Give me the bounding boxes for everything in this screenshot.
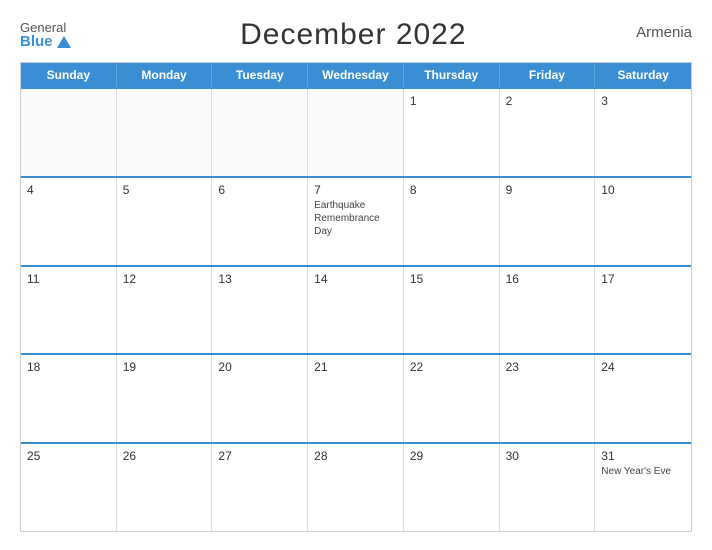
day-number: 19	[123, 360, 206, 374]
calendar-cell: 1	[404, 89, 500, 176]
calendar-cell: 9	[500, 178, 596, 265]
calendar-header: SundayMondayTuesdayWednesdayThursdayFrid…	[21, 63, 691, 87]
logo-triangle-icon	[57, 36, 71, 48]
calendar-cell: 17	[595, 267, 691, 354]
calendar-week-4: 18 19 20 21 22 23 24	[21, 353, 691, 442]
calendar-cell: 27	[212, 444, 308, 531]
calendar-cell: 28	[308, 444, 404, 531]
calendar-event: Earthquake Remembrance Day	[314, 199, 397, 238]
calendar-cell: 19	[117, 355, 213, 442]
day-number: 13	[218, 272, 301, 286]
month-title: December 2022	[240, 18, 466, 52]
calendar-cell: 8	[404, 178, 500, 265]
weekday-header-sunday: Sunday	[21, 63, 117, 87]
logo: General Blue	[20, 21, 71, 49]
calendar-cell: 30	[500, 444, 596, 531]
calendar-cell: 5	[117, 178, 213, 265]
calendar-cell: 24	[595, 355, 691, 442]
calendar-cell: 13	[212, 267, 308, 354]
calendar-cell: 6	[212, 178, 308, 265]
calendar-cell	[117, 89, 213, 176]
calendar: SundayMondayTuesdayWednesdayThursdayFrid…	[20, 62, 692, 532]
calendar-week-2: 4567 Earthquake Remembrance Day 89 10	[21, 176, 691, 265]
calendar-cell	[21, 89, 117, 176]
calendar-cell: 20	[212, 355, 308, 442]
calendar-page: General Blue December 2022 Armenia Sunda…	[0, 0, 712, 550]
calendar-cell: 25	[21, 444, 117, 531]
day-number: 6	[218, 183, 301, 197]
day-number: 1	[410, 94, 493, 108]
day-number: 16	[506, 272, 589, 286]
day-number: 2	[506, 94, 589, 108]
day-number: 22	[410, 360, 493, 374]
day-number: 15	[410, 272, 493, 286]
day-number: 26	[123, 449, 206, 463]
day-number: 20	[218, 360, 301, 374]
day-number: 21	[314, 360, 397, 374]
calendar-cell: 15	[404, 267, 500, 354]
calendar-cell: 21	[308, 355, 404, 442]
weekday-header-saturday: Saturday	[595, 63, 691, 87]
calendar-week-1: 123	[21, 87, 691, 176]
day-number: 3	[601, 94, 685, 108]
calendar-cell: 14	[308, 267, 404, 354]
calendar-week-3: 11 12 13 14 15 16 17	[21, 265, 691, 354]
day-number: 31	[601, 449, 685, 463]
calendar-cell: 18	[21, 355, 117, 442]
calendar-cell: 22	[404, 355, 500, 442]
country-label: Armenia	[636, 18, 692, 41]
day-number: 7	[314, 183, 397, 197]
day-number: 29	[410, 449, 493, 463]
day-number: 28	[314, 449, 397, 463]
calendar-cell: 31 New Year's Eve	[595, 444, 691, 531]
page-header: General Blue December 2022 Armenia	[20, 18, 692, 52]
calendar-cell	[212, 89, 308, 176]
calendar-cell: 10	[595, 178, 691, 265]
day-number: 10	[601, 183, 685, 197]
day-number: 11	[27, 272, 110, 286]
day-number: 30	[506, 449, 589, 463]
calendar-cell: 2	[500, 89, 596, 176]
day-number: 14	[314, 272, 397, 286]
calendar-cell: 29	[404, 444, 500, 531]
calendar-cell: 4	[21, 178, 117, 265]
calendar-week-5: 25 26 27 28 29 30 31 New Year's Eve	[21, 442, 691, 531]
calendar-cell: 12	[117, 267, 213, 354]
calendar-cell: 7 Earthquake Remembrance Day	[308, 178, 404, 265]
day-number: 8	[410, 183, 493, 197]
day-number: 12	[123, 272, 206, 286]
calendar-cell: 3	[595, 89, 691, 176]
day-number: 4	[27, 183, 110, 197]
day-number: 9	[506, 183, 589, 197]
day-number: 25	[27, 449, 110, 463]
day-number: 5	[123, 183, 206, 197]
day-number: 27	[218, 449, 301, 463]
weekday-header-thursday: Thursday	[404, 63, 500, 87]
calendar-cell: 16	[500, 267, 596, 354]
weekday-header-friday: Friday	[500, 63, 596, 87]
day-number: 23	[506, 360, 589, 374]
calendar-cell: 11	[21, 267, 117, 354]
day-number: 18	[27, 360, 110, 374]
weekday-header-tuesday: Tuesday	[212, 63, 308, 87]
calendar-event: New Year's Eve	[601, 465, 685, 478]
calendar-cell: 26	[117, 444, 213, 531]
calendar-body: 1234567Earthquake Remembrance Day8910111…	[21, 87, 691, 531]
weekday-header-monday: Monday	[117, 63, 213, 87]
calendar-cell: 23	[500, 355, 596, 442]
calendar-cell	[308, 89, 404, 176]
weekday-header-wednesday: Wednesday	[308, 63, 404, 87]
logo-blue-text: Blue	[20, 34, 53, 49]
day-number: 24	[601, 360, 685, 374]
day-number: 17	[601, 272, 685, 286]
